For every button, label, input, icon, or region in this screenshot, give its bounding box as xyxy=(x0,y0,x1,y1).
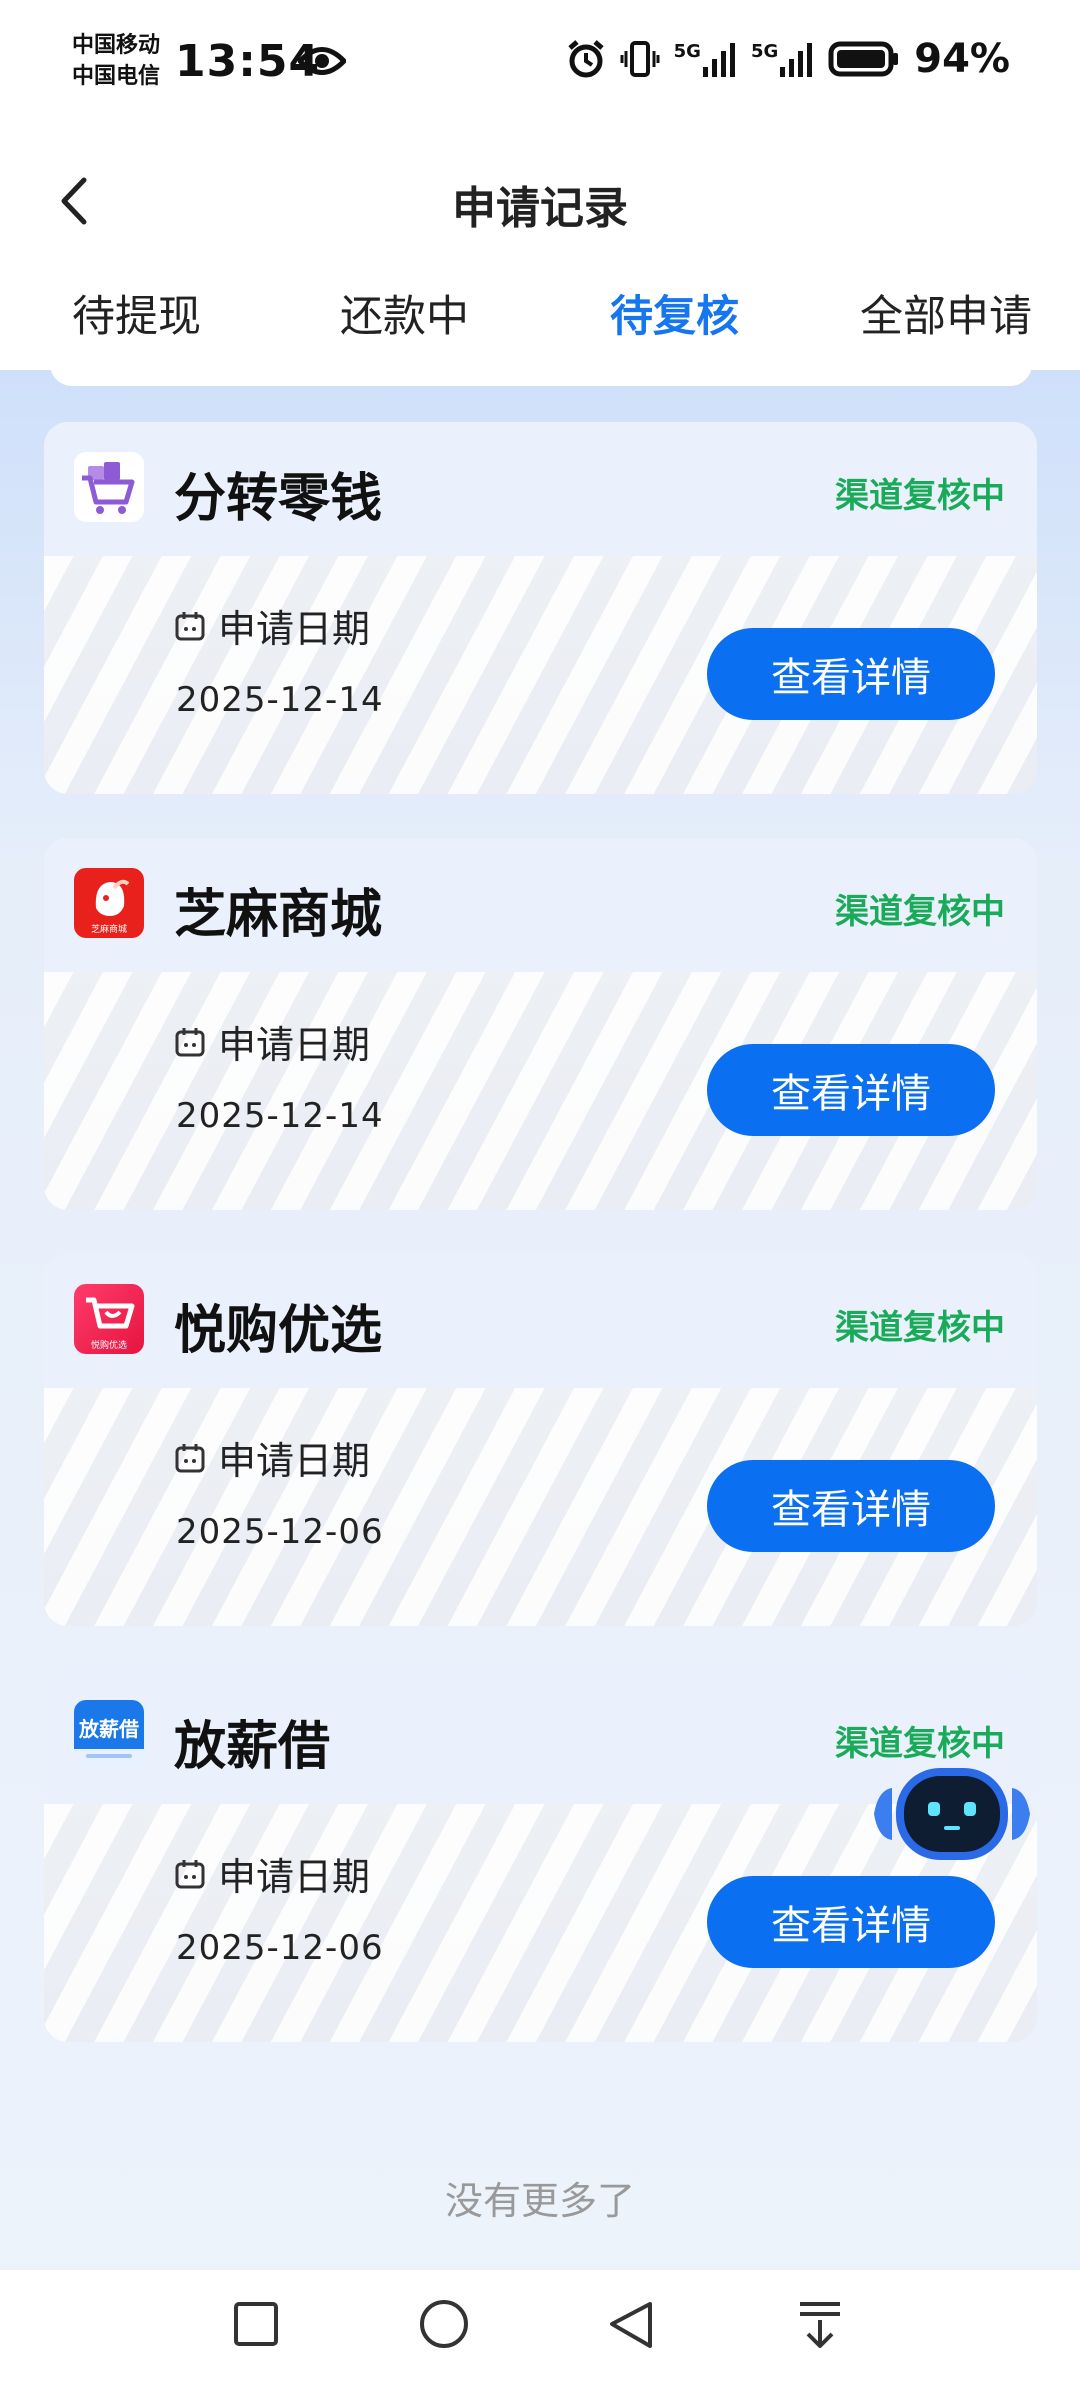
view-details-button[interactable]: 查看详情 xyxy=(707,628,995,720)
status-badge: 渠道复核中 xyxy=(835,1724,1005,1764)
calendar-icon xyxy=(175,1859,205,1888)
logo-text: 芝麻商城 xyxy=(91,923,127,935)
status-badge: 渠道复核中 xyxy=(835,1308,1005,1348)
status-bar: 中国移动 中国电信 13:54 5G 5G 94% xyxy=(0,0,1080,130)
home-icon[interactable] xyxy=(418,2300,470,2352)
signal-icon: 5G xyxy=(674,41,737,77)
carrier-1: 中国移动 xyxy=(72,33,161,58)
no-more-text: 没有更多了 xyxy=(444,2179,635,2223)
page-title: 申请记录 xyxy=(452,183,628,234)
status-badge: 渠道复核中 xyxy=(835,892,1005,932)
tab-repaying[interactable]: 还款中 xyxy=(340,282,469,344)
text-logo-icon: 放薪借 xyxy=(74,1700,144,1770)
tab-bar: 待提现 还款中 待复核 全部申请 xyxy=(0,282,1080,342)
date-label-row: 申请日期 xyxy=(174,1430,370,1485)
battery-icon xyxy=(828,41,899,77)
mascot-logo-icon: 芝麻商城 xyxy=(74,868,144,938)
date-label: 申请日期 xyxy=(218,1023,371,1067)
app-name: 放薪借 xyxy=(174,1717,331,1777)
alarm-icon xyxy=(567,40,604,78)
status-badge: 渠道复核中 xyxy=(835,476,1005,516)
carrier-2: 中国电信 xyxy=(72,64,161,89)
application-date: 2025-12-14 xyxy=(176,1096,384,1136)
application-date: 2025-12-06 xyxy=(176,1928,384,1968)
recent-apps-icon[interactable] xyxy=(232,2300,280,2348)
date-label: 申请日期 xyxy=(218,607,371,651)
card-header: 分转零钱 渠道复核中 xyxy=(44,422,1037,556)
card-body: 申请日期 2025-12-14 查看详情 xyxy=(44,972,1037,1210)
shopping-cart-logo-icon xyxy=(74,452,144,522)
back-nav-icon[interactable] xyxy=(608,2300,656,2352)
card-body: 申请日期 2025-12-14 查看详情 xyxy=(44,556,1037,794)
tab-pending-review[interactable]: 待复核 xyxy=(610,282,739,344)
carrier-info: 中国移动 中国电信 xyxy=(72,30,160,92)
eye-icon xyxy=(298,47,346,75)
battery-percent: 94% xyxy=(914,36,1010,82)
date-label: 申请日期 xyxy=(218,1439,371,1483)
app-name: 芝麻商城 xyxy=(174,885,383,945)
app-name: 分转零钱 xyxy=(174,469,383,529)
application-date: 2025-12-14 xyxy=(176,680,384,720)
calendar-icon xyxy=(175,1443,205,1472)
card-header: 芝麻商城 芝麻商城 渠道复核中 xyxy=(44,838,1037,972)
calendar-icon xyxy=(175,1027,205,1056)
date-label-row: 申请日期 xyxy=(174,598,370,653)
logo-text: 悦购优选 xyxy=(91,1339,127,1351)
vibrate-icon xyxy=(620,41,660,77)
tab-all-applications[interactable]: 全部申请 xyxy=(860,282,1032,344)
view-details-button[interactable]: 查看详情 xyxy=(707,1876,995,1968)
signal-icon: 5G xyxy=(751,41,814,77)
calendar-icon xyxy=(175,611,205,640)
status-icons: 5G 5G 94% xyxy=(566,36,1010,82)
card-body: 申请日期 2025-12-06 查看详情 xyxy=(44,1388,1037,1626)
network-type-1: 5G xyxy=(673,41,701,62)
logo-text: 放薪借 xyxy=(78,1717,139,1741)
view-details-button[interactable]: 查看详情 xyxy=(707,1044,995,1136)
app-name: 悦购优选 xyxy=(174,1301,383,1361)
tab-pending-withdrawal[interactable]: 待提现 xyxy=(72,282,201,344)
network-type-2: 5G xyxy=(750,41,779,62)
record-card: 悦购优选 悦购优选 渠道复核中 申请日期 2025-12-06 查看详情 xyxy=(44,1254,1037,1626)
view-details-button[interactable]: 查看详情 xyxy=(707,1460,995,1552)
record-list: 分转零钱 渠道复核中 申请日期 2025-12-14 查看详情 芝麻商城 芝麻商… xyxy=(0,360,1080,2270)
assistant-robot-icon[interactable] xyxy=(874,1762,1030,1866)
date-label: 申请日期 xyxy=(218,1855,371,1899)
application-date: 2025-12-06 xyxy=(176,1512,384,1552)
notification-pull-icon[interactable] xyxy=(796,2300,844,2352)
record-card: 芝麻商城 芝麻商城 渠道复核中 申请日期 2025-12-14 查看详情 xyxy=(44,838,1037,1210)
card-header: 悦购优选 悦购优选 渠道复核中 xyxy=(44,1254,1037,1388)
date-label-row: 申请日期 xyxy=(174,1014,370,1069)
date-label-row: 申请日期 xyxy=(174,1846,370,1901)
card-edge xyxy=(50,360,1032,386)
system-nav-bar xyxy=(0,2270,1080,2388)
cart-logo-icon: 悦购优选 xyxy=(74,1284,144,1354)
record-card: 分转零钱 渠道复核中 申请日期 2025-12-14 查看详情 xyxy=(44,422,1037,794)
